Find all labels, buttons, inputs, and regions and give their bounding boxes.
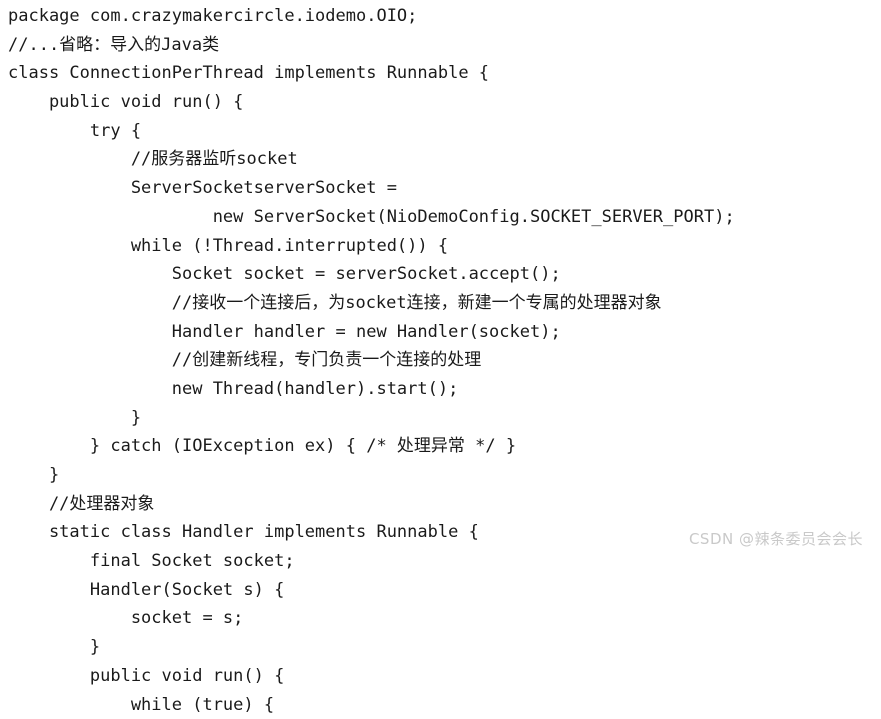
csdn-watermark: CSDN @辣条委员会会长 — [689, 528, 863, 549]
code-line: try { — [0, 117, 881, 146]
code-line: //创建新线程，专门负责一个连接的处理 — [0, 346, 881, 375]
code-line: class ConnectionPerThread implements Run… — [0, 59, 881, 88]
code-line: Socket socket = serverSocket.accept(); — [0, 260, 881, 289]
code-line: socket = s; — [0, 604, 881, 633]
code-line: } — [0, 461, 881, 490]
code-line: //处理器对象 — [0, 490, 881, 519]
code-line: public void run() { — [0, 88, 881, 117]
code-line: public void run() { — [0, 662, 881, 691]
code-line: while (true) { — [0, 691, 881, 719]
code-line: } — [0, 633, 881, 662]
code-line: while (!Thread.interrupted()) { — [0, 232, 881, 261]
code-line: new Thread(handler).start(); — [0, 375, 881, 404]
code-lines-container: package com.crazymakercircle.iodemo.OIO;… — [0, 2, 881, 719]
code-line: } — [0, 404, 881, 433]
code-line: ServerSocketserverSocket = — [0, 174, 881, 203]
code-line: //...省略：导入的Java类 — [0, 31, 881, 60]
code-listing: package com.crazymakercircle.iodemo.OIO;… — [0, 0, 881, 557]
code-line: package com.crazymakercircle.iodemo.OIO; — [0, 2, 881, 31]
code-line: final Socket socket; — [0, 547, 881, 576]
code-line: //服务器监听socket — [0, 145, 881, 174]
code-line: Handler handler = new Handler(socket); — [0, 318, 881, 347]
code-line: Handler(Socket s) { — [0, 576, 881, 605]
code-line: //接收一个连接后，为socket连接，新建一个专属的处理器对象 — [0, 289, 881, 318]
code-line: } catch (IOException ex) { /* 处理异常 */ } — [0, 432, 881, 461]
code-line: new ServerSocket(NioDemoConfig.SOCKET_SE… — [0, 203, 881, 232]
